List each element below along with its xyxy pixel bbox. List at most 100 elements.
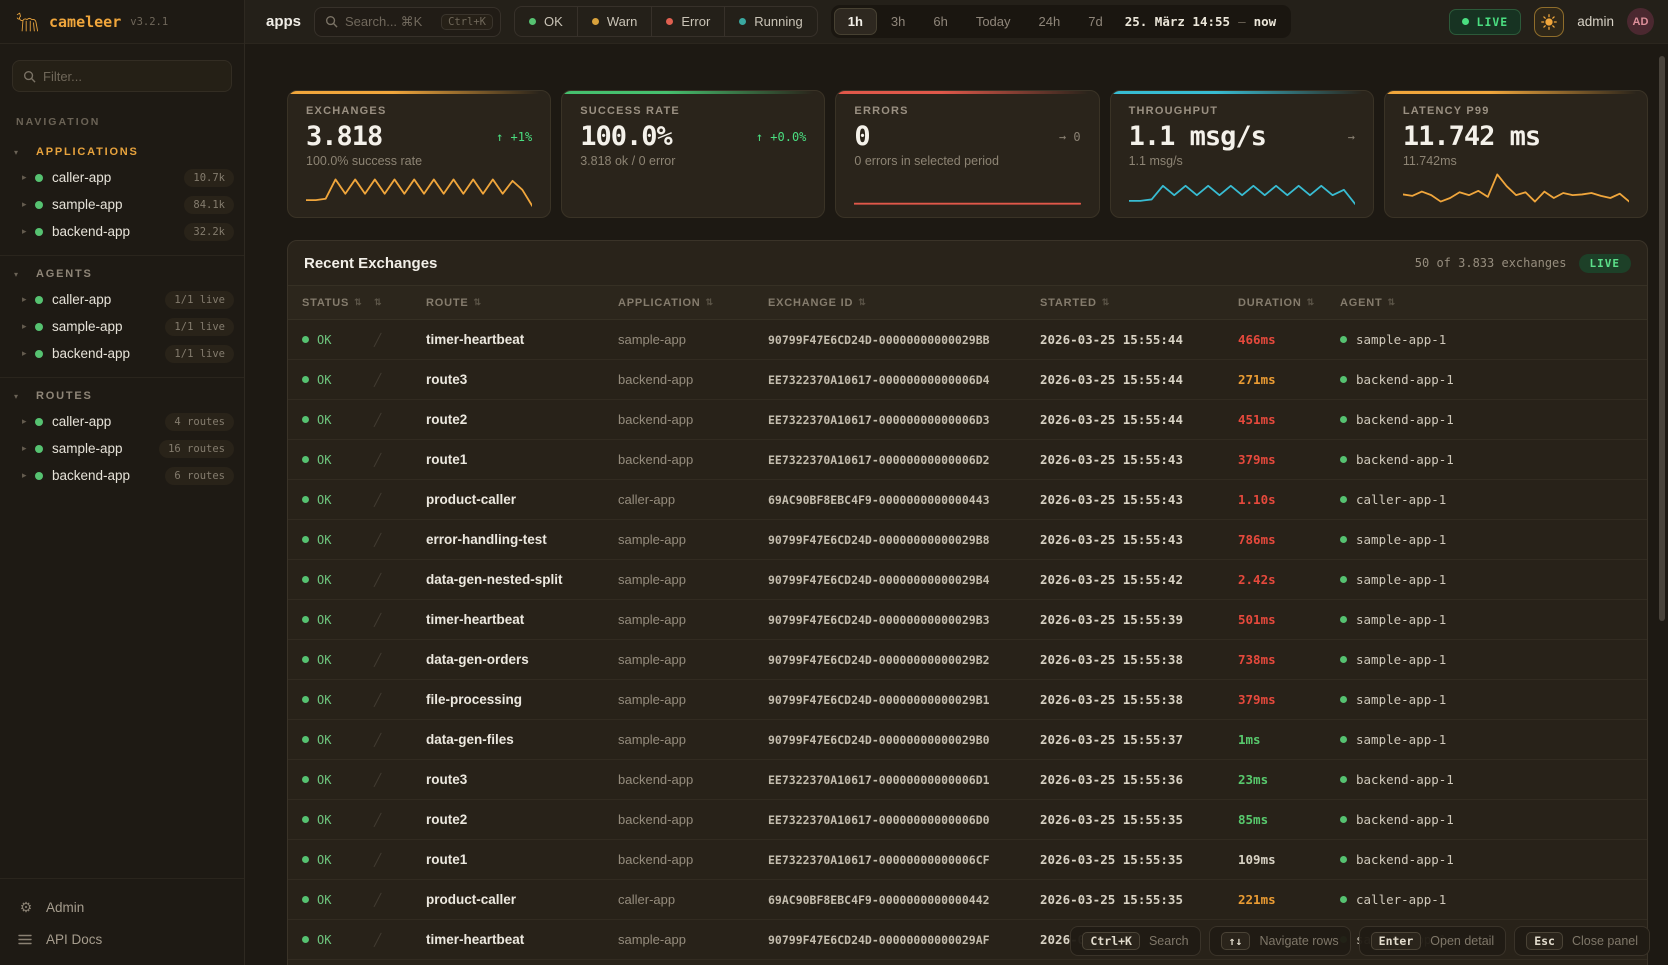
column-header-exchange id[interactable]: EXCHANGE ID⇅ [768,297,1040,309]
section-label: APPLICATIONS [36,146,139,158]
filter-chip-ok[interactable]: OK [515,7,577,36]
sidebar-footer-api docs[interactable]: API Docs [0,924,244,955]
column-header-application[interactable]: APPLICATION⇅ [618,297,768,309]
sidebar-item-caller-app[interactable]: ▸ caller-app 10.7k [0,164,234,191]
count-badge: 1/1 live [165,291,234,309]
key-badge: Enter [1371,932,1422,950]
table-row[interactable]: OK ╱ data-gen-orders sample-app 90799F47… [288,640,1647,680]
table-row[interactable]: OK ╱ route2 backend-app EE7322370A10617-… [288,400,1647,440]
application-cell: backend-app [618,372,768,387]
table-row[interactable]: OK ╱ route1 backend-app EE7322370A10617-… [288,440,1647,480]
range-3h[interactable]: 3h [877,8,919,35]
table-row[interactable]: OK ╱ product-caller caller-app 69AC90BF8… [288,880,1647,920]
sidebar-footer-admin[interactable]: ⚙Admin [0,891,244,924]
column-header-duration[interactable]: DURATION⇅ [1238,297,1340,309]
scrollbar-thumb[interactable] [1659,56,1665,621]
filter-chip-error[interactable]: Error [651,7,724,36]
status-dot [592,18,599,25]
table-row[interactable]: OK ╱ timer-heartbeat sample-app 90799F47… [288,600,1647,640]
search-icon [325,15,338,28]
route-cell: timer-heartbeat [426,932,618,947]
column-header-started[interactable]: STARTED⇅ [1040,297,1238,309]
chevron-right-icon[interactable]: ▸ [22,294,35,305]
range-7d[interactable]: 7d [1074,8,1116,35]
range-1h[interactable]: 1h [834,8,877,35]
chevron-right-icon[interactable]: ▸ [22,172,35,183]
status-dot [302,776,309,783]
started-cell: 2026-03-25 15:55:43 [1040,492,1238,507]
range-today[interactable]: Today [962,8,1025,35]
nav-section: ▾ ROUTES ▸ caller-app 4 routes ▸ sample-… [0,380,244,489]
section-header-applications[interactable]: ▾ APPLICATIONS [0,136,244,164]
hint-close panel: Esc Close panel [1514,926,1650,956]
key-badge: Esc [1526,932,1563,950]
section-header-routes[interactable]: ▾ ROUTES [0,380,244,408]
sidebar-filter[interactable] [12,60,232,92]
table-row[interactable]: OK ╱ route2 backend-app EE7322370A10617-… [288,800,1647,840]
column-header-icon[interactable]: ⇅ [374,297,426,308]
table-row[interactable]: OK ╱ file-processing sample-app 90799F47… [288,680,1647,720]
column-header-status[interactable]: STATUS⇅ [302,297,374,309]
agent-cell: backend-app-1 [1340,852,1647,867]
period-display[interactable]: 25. März 14:55 — now [1117,14,1288,29]
time-range-group: 1h 3h 6h Today 24h 7d 25. März 14:55 — n… [831,5,1291,38]
chevron-right-icon[interactable]: ▸ [22,321,35,332]
column-header-agent[interactable]: AGENT⇅ [1340,297,1647,309]
chip-label: OK [544,14,563,29]
kpi-value: 11.742 ms [1403,121,1540,152]
topbar: apps Ctrl+K OK Warn Error Running 1h [245,0,1668,44]
table-row[interactable]: OK ╱ route3 backend-app EE7322370A10617-… [288,760,1647,800]
sort-icon: ⇅ [858,297,866,308]
table-row[interactable]: OK ╱ route1 backend-app EE7322370A10617-… [288,840,1647,880]
route-cell: product-caller [426,892,618,907]
chevron-right-icon[interactable]: ▸ [22,470,35,481]
section-header-agents[interactable]: ▾ AGENTS [0,258,244,286]
sidebar-item-sample-app[interactable]: ▸ sample-app 84.1k [0,191,234,218]
column-header-route[interactable]: ROUTE⇅ [426,297,618,309]
table-row[interactable]: OK ╱ data-gen-nested-split sample-app 90… [288,560,1647,600]
table-row[interactable]: OK ╱ route3 backend-app EE7322370A10617-… [288,360,1647,400]
table-row[interactable]: OK ╱ error-handling-test sample-app 9079… [288,520,1647,560]
item-label: backend-app [52,468,130,483]
filter-input[interactable] [43,69,221,84]
range-6h[interactable]: 6h [919,8,961,35]
live-toggle[interactable]: LIVE [1449,9,1522,35]
exchange-id-cell: 90799F47E6CD24D-00000000000029B2 [768,653,1040,667]
footer-label: API Docs [46,932,102,947]
sidebar-item-backend-app[interactable]: ▸ backend-app 32.2k [0,218,234,245]
chevron-right-icon[interactable]: ▸ [22,348,35,359]
chevron-right-icon[interactable]: ▸ [22,226,35,237]
sidebar: cameleer v3.2.1 NAVIGATION ▾ APPLICATION… [0,0,245,965]
chevron-right-icon[interactable]: ▸ [22,416,35,427]
filter-chip-warn[interactable]: Warn [577,7,652,36]
avatar[interactable]: AD [1627,8,1654,35]
chevron-right-icon[interactable]: ▸ [22,443,35,454]
filter-chip-running[interactable]: Running [724,7,816,36]
global-search[interactable]: Ctrl+K [314,7,501,37]
table-row[interactable]: OK ╱ product-caller caller-app 69AC90BF8… [288,480,1647,520]
table-body: OK ╱ timer-heartbeat sample-app 90799F47… [288,320,1647,960]
route-cell: timer-heartbeat [426,332,618,347]
table-row[interactable]: OK ╱ data-gen-files sample-app 90799F47E… [288,720,1647,760]
sidebar-item-backend-app[interactable]: ▸ backend-app 6 routes [0,462,234,489]
kpi-value: 0 [854,121,869,152]
agent-status-dot [1340,336,1347,343]
chevron-right-icon[interactable]: ▸ [22,199,35,210]
trend-icon: ╱ [374,453,426,467]
kpi-subtext: 1.1 msg/s [1129,154,1355,168]
count-badge: 10.7k [184,169,234,187]
theme-toggle-button[interactable] [1534,7,1564,37]
status-dot [302,336,309,343]
agent-status-dot [1340,816,1347,823]
sidebar-item-backend-app[interactable]: ▸ backend-app 1/1 live [0,340,234,367]
search-input[interactable] [345,14,434,29]
range-24h[interactable]: 24h [1025,8,1075,35]
table-row[interactable]: OK ╱ timer-heartbeat sample-app 90799F47… [288,320,1647,360]
started-cell: 2026-03-25 15:55:37 [1040,732,1238,747]
status-cell: OK [302,933,374,947]
trend-icon: ╱ [374,813,426,827]
sidebar-item-caller-app[interactable]: ▸ caller-app 1/1 live [0,286,234,313]
sidebar-item-sample-app[interactable]: ▸ sample-app 16 routes [0,435,234,462]
sidebar-item-caller-app[interactable]: ▸ caller-app 4 routes [0,408,234,435]
sidebar-item-sample-app[interactable]: ▸ sample-app 1/1 live [0,313,234,340]
